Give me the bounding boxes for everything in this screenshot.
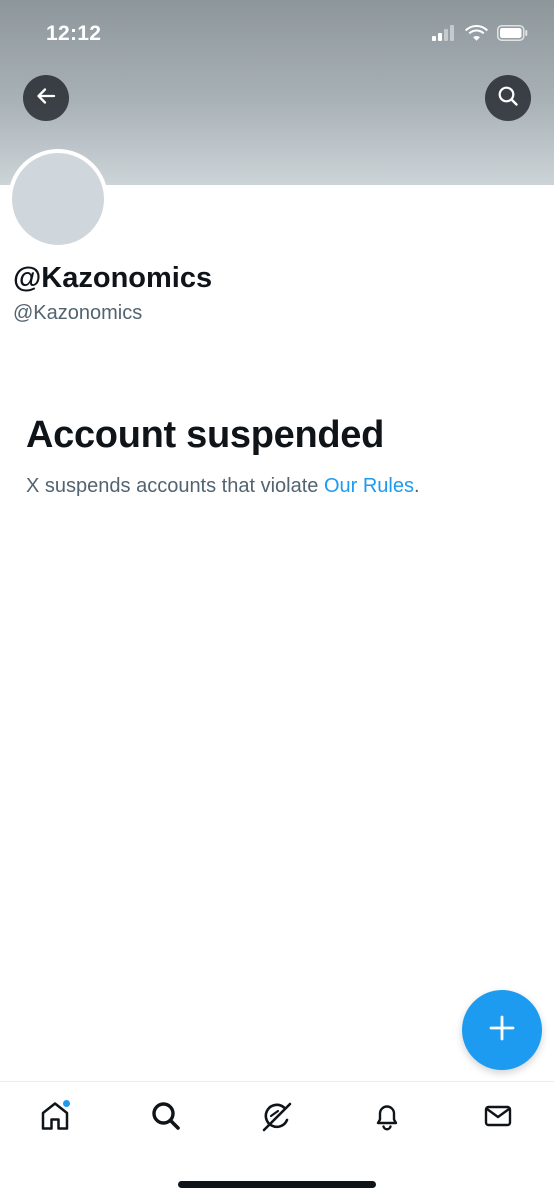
- search-button[interactable]: [485, 75, 531, 121]
- battery-icon: [497, 24, 528, 46]
- our-rules-link[interactable]: Our Rules: [324, 475, 414, 497]
- back-button[interactable]: [23, 75, 69, 121]
- home-indicator: [178, 1181, 376, 1188]
- tab-notifications[interactable]: [367, 1098, 407, 1138]
- home-notification-dot: [62, 1099, 71, 1108]
- profile-handle: @Kazonomics: [13, 302, 143, 324]
- suspended-title: Account suspended: [26, 414, 385, 456]
- search-icon: [149, 1099, 183, 1138]
- arrow-left-icon: [35, 85, 57, 112]
- tab-messages[interactable]: [478, 1098, 518, 1138]
- compose-button[interactable]: [462, 990, 542, 1070]
- bell-icon: [370, 1099, 404, 1138]
- profile-display-name: @Kazonomics: [13, 262, 213, 294]
- tab-home[interactable]: [35, 1098, 75, 1138]
- suspended-message: X suspends accounts that violate Our Rul…: [26, 475, 420, 498]
- status-time: 12:12: [46, 22, 102, 45]
- suspended-message-text: X suspends accounts that violate: [26, 475, 324, 497]
- grok-icon: [260, 1099, 294, 1138]
- tab-search[interactable]: [146, 1098, 186, 1138]
- tab-grok[interactable]: [257, 1098, 297, 1138]
- plus-icon: [487, 1013, 517, 1048]
- status-icons: [432, 24, 528, 46]
- search-icon: [497, 85, 519, 112]
- mail-icon: [481, 1099, 515, 1138]
- status-bar: 12:12: [0, 0, 554, 70]
- cellular-signal-icon: [432, 24, 456, 46]
- avatar[interactable]: [8, 149, 108, 249]
- suspended-message-period: .: [414, 475, 420, 497]
- wifi-icon: [465, 24, 488, 46]
